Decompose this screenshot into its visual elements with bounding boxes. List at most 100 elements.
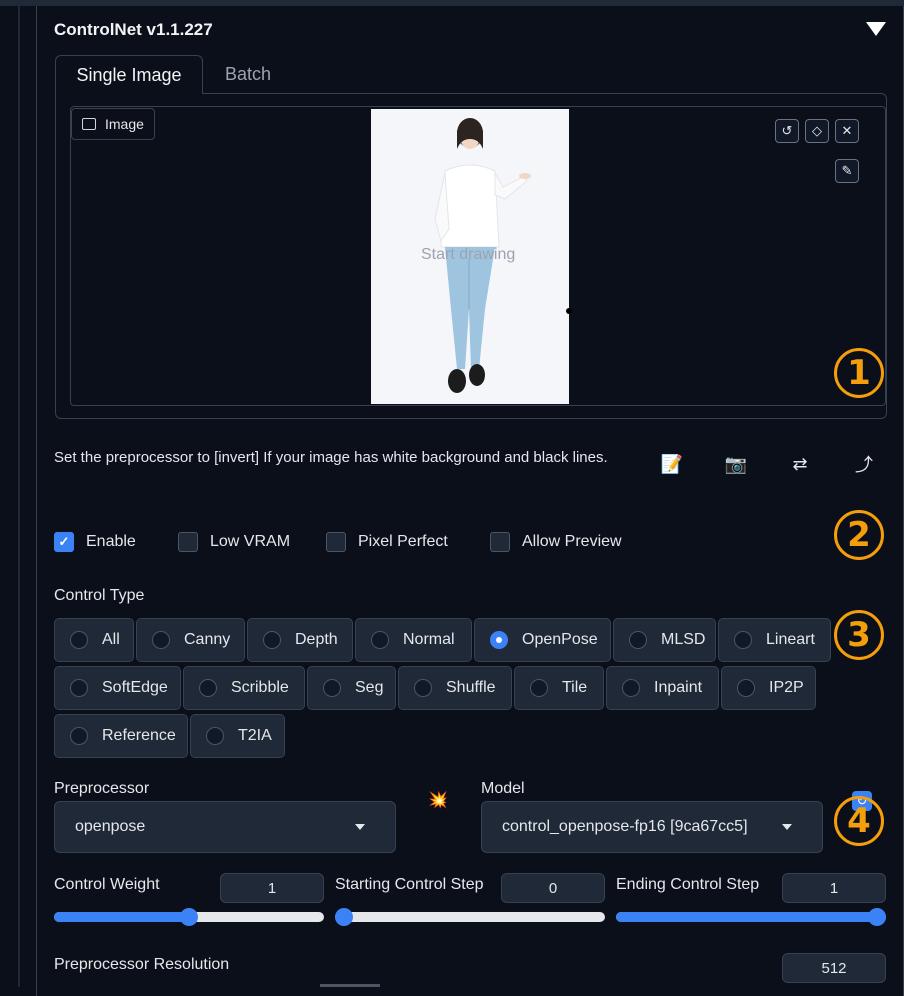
model-label: Model <box>481 780 525 797</box>
radio-lineart[interactable]: Lineart <box>718 618 831 662</box>
radio-label: Canny <box>184 631 231 648</box>
checkbox-box[interactable] <box>326 532 346 552</box>
slider-thumb[interactable] <box>180 908 198 926</box>
low-vram-checkbox[interactable]: Low VRAM <box>178 532 290 552</box>
radio-label: Normal <box>403 631 455 648</box>
radio-tile[interactable]: Tile <box>514 666 604 710</box>
image-label-text: Image <box>105 116 144 132</box>
radio-circle[interactable] <box>737 679 755 697</box>
preprocessor-dropdown[interactable]: openpose <box>54 801 396 853</box>
slider-fill <box>616 912 886 922</box>
checkbox-box[interactable] <box>178 532 198 552</box>
ending-step-label: Ending Control Step <box>616 876 760 893</box>
brush-button[interactable]: ✎ <box>835 159 859 183</box>
control-weight-slider[interactable] <box>54 908 324 926</box>
ending-step-input[interactable]: 1 <box>782 873 886 903</box>
ending-step-slider[interactable] <box>616 908 886 926</box>
radio-label: OpenPose <box>522 631 598 648</box>
radio-circle[interactable] <box>206 727 224 745</box>
control-type-label: Control Type <box>54 587 145 604</box>
annotation-badge-1: 1 <box>834 348 884 398</box>
preprocessor-label: Preprocessor <box>54 780 150 797</box>
eraser-button[interactable]: ◇ <box>805 119 829 143</box>
radio-circle[interactable] <box>70 727 88 745</box>
allow-preview-label: Allow Preview <box>522 533 622 550</box>
panel-title[interactable]: ControlNet v1.1.227 <box>54 20 213 40</box>
radio-circle[interactable] <box>530 679 548 697</box>
image-icon <box>82 118 96 130</box>
memo-icon[interactable]: 📝 <box>658 451 686 477</box>
radio-circle[interactable] <box>70 679 88 697</box>
radio-mlsd[interactable]: MLSD <box>613 618 716 662</box>
radio-label: Scribble <box>231 679 289 696</box>
preprocessor-resolution-input[interactable]: 512 <box>782 953 886 983</box>
radio-circle[interactable] <box>414 679 432 697</box>
radio-softedge[interactable]: SoftEdge <box>54 666 181 710</box>
radio-circle[interactable] <box>734 631 752 649</box>
enable-checkbox[interactable]: ✓ Enable <box>54 532 136 552</box>
tab-single-image[interactable]: Single Image <box>55 55 203 94</box>
checkmark-icon[interactable]: ✓ <box>54 532 74 552</box>
starting-step-label: Starting Control Step <box>335 876 484 893</box>
run-preprocessor-icon[interactable]: 💥 <box>428 790 448 810</box>
radio-label: Reference <box>102 727 176 744</box>
radio-inpaint[interactable]: Inpaint <box>606 666 719 710</box>
clear-image-button[interactable]: ✕ <box>835 119 859 143</box>
radio-circle[interactable] <box>371 631 389 649</box>
slider-thumb[interactable] <box>868 908 886 926</box>
pixel-perfect-label: Pixel Perfect <box>358 533 448 550</box>
eraser-icon: ◇ <box>812 123 822 138</box>
radio-reference[interactable]: Reference <box>54 714 188 758</box>
radio-t2ia[interactable]: T2IA <box>190 714 285 758</box>
preprocessor-resolution-label: Preprocessor Resolution <box>54 956 230 973</box>
invert-hint-text: Set the preprocessor to [invert] If your… <box>54 449 608 466</box>
radio-circle[interactable] <box>70 631 88 649</box>
radio-depth[interactable]: Depth <box>247 618 353 662</box>
radio-circle[interactable] <box>629 631 647 649</box>
model-dropdown[interactable]: control_openpose-fp16 [9ca67cc5] <box>481 801 823 853</box>
radio-shuffle[interactable]: Shuffle <box>398 666 512 710</box>
radio-label: Shuffle <box>446 679 496 696</box>
radio-circle[interactable] <box>152 631 170 649</box>
radio-circle[interactable] <box>622 679 640 697</box>
send-dimensions-icon[interactable]: ⤴ <box>850 451 878 477</box>
radio-label: All <box>102 631 120 648</box>
radio-label: SoftEdge <box>102 679 168 696</box>
radio-ip2p[interactable]: IP2P <box>721 666 816 710</box>
radio-circle-selected[interactable] <box>490 631 508 649</box>
brush-icon: ✎ <box>841 163 853 178</box>
close-icon: ✕ <box>841 123 853 138</box>
radio-circle[interactable] <box>323 679 341 697</box>
collapse-triangle-icon[interactable] <box>866 22 886 36</box>
radio-label: T2IA <box>238 727 272 744</box>
radio-seg[interactable]: Seg <box>307 666 396 710</box>
radio-circle[interactable] <box>199 679 217 697</box>
model-value: control_openpose-fp16 [9ca67cc5] <box>502 818 748 835</box>
tab-batch[interactable]: Batch <box>205 55 291 93</box>
pixel-perfect-checkbox[interactable]: Pixel Perfect <box>326 532 448 552</box>
checkbox-box[interactable] <box>490 532 510 552</box>
slider-thumb[interactable] <box>335 908 353 926</box>
annotation-badge-3: 3 <box>834 610 884 660</box>
radio-circle[interactable] <box>263 631 281 649</box>
chevron-down-icon <box>782 824 792 830</box>
brush-cursor <box>566 308 572 314</box>
radio-canny[interactable]: Canny <box>136 618 245 662</box>
control-weight-input[interactable]: 1 <box>220 873 324 903</box>
radio-all[interactable]: All <box>54 618 134 662</box>
starting-step-slider[interactable] <box>335 908 605 926</box>
starting-step-input[interactable]: 0 <box>501 873 605 903</box>
start-drawing-text: Start drawing <box>421 246 516 263</box>
swap-icon[interactable]: ⇄ <box>786 451 814 477</box>
radio-normal[interactable]: Normal <box>355 618 472 662</box>
preprocessor-value: openpose <box>75 818 146 835</box>
allow-preview-checkbox[interactable]: Allow Preview <box>490 532 622 552</box>
radio-scribble[interactable]: Scribble <box>183 666 305 710</box>
radio-label: Seg <box>355 679 384 696</box>
control-weight-label: Control Weight <box>54 876 160 893</box>
undo-button[interactable]: ↺ <box>775 119 799 143</box>
camera-icon[interactable]: 📷 <box>722 451 750 477</box>
radio-label: Depth <box>295 631 338 648</box>
radio-label: MLSD <box>661 631 706 648</box>
radio-openpose[interactable]: OpenPose <box>474 618 611 662</box>
